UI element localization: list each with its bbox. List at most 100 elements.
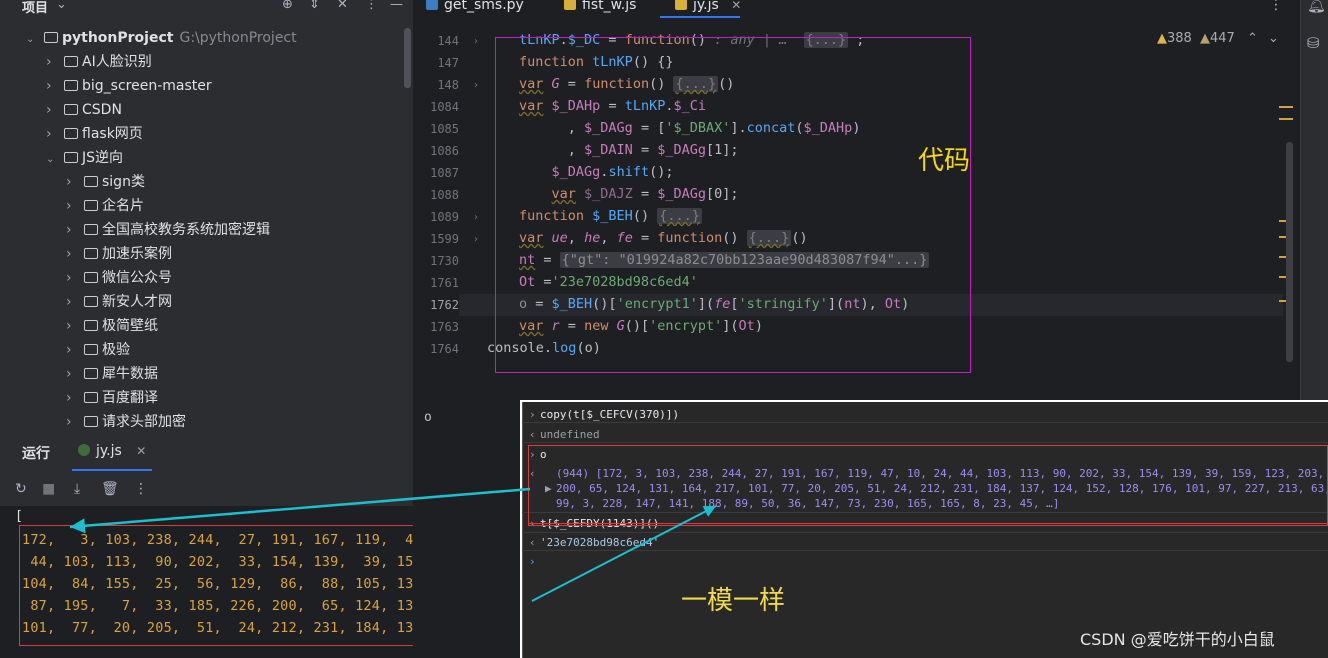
chevron-right-icon[interactable]: › [66,290,80,314]
run-tab-label: jy.js [96,443,122,459]
project-panel: 项目 ⌄ ⊕ ⇕ ✕ ⋮ — ⌄ pythonProject G:\pythonPr… [0,0,413,432]
chevron-right-icon[interactable]: › [46,50,60,74]
line-number: 1764 [430,342,459,356]
scroll-marker[interactable] [1279,118,1293,120]
console-input-prompt-icon[interactable]: › [529,555,536,568]
notifications-icon[interactable]: 🔔︎ [1307,0,1326,14]
stop-icon[interactable]: ■ [42,481,55,497]
project-tree-item[interactable]: › 微信公众号 [66,266,172,290]
chevron-right-icon[interactable]: › [46,98,60,122]
next-issue-icon[interactable]: ⌄ [1268,31,1279,46]
project-scrollbar[interactable] [404,28,411,88]
project-tree-item[interactable]: › 加速乐案例 [66,242,172,266]
project-tree-item[interactable]: › 全国高校教务系统加密逻辑 [66,218,270,242]
chevron-down-icon[interactable]: ⌄ [56,0,67,12]
more-icon[interactable]: ⋮ [134,481,148,497]
tab-fist-w[interactable]: fist_w.js [564,0,636,13]
editor-scrollbar[interactable] [1286,142,1293,362]
project-tree-item[interactable]: › 百度翻译 [66,386,158,410]
chevron-right-icon[interactable]: › [66,194,80,218]
project-tree-item[interactable]: › AI人脸识别 [46,50,152,74]
scroll-marker[interactable] [1279,106,1293,108]
chevron-right-icon[interactable]: › [66,362,80,386]
console-divider [522,442,1328,443]
tree-item-label: 微信公众号 [102,270,172,286]
python-file-icon [426,0,438,10]
chevron-right-icon[interactable]: › [66,218,80,242]
rerun-icon[interactable]: ↻ [15,481,27,497]
tree-item-label: 企名片 [102,198,144,214]
project-tree-item[interactable]: › CSDN [46,98,122,122]
project-tree-item[interactable]: › big_screen-master [46,74,212,98]
chevron-right-icon[interactable]: › [66,170,80,194]
chevron-right-icon[interactable]: › [66,338,80,362]
tab-get-sms[interactable]: get_sms.py [426,0,524,13]
project-tree-item[interactable]: › 极验 [66,338,130,362]
close-icon[interactable]: ✕ [337,0,348,12]
fold-icon[interactable]: › [474,234,478,245]
project-tree-item[interactable]: ⌄ pythonProject G:\pythonProject [26,26,297,50]
database-icon[interactable]: ⛁ [1307,34,1320,52]
project-tree-item[interactable]: › 新安人才网 [66,290,172,314]
close-tab-icon[interactable]: ✕ [731,0,741,12]
variable-label: o [424,410,432,425]
line-number: 1084 [430,100,459,114]
tree-item-label: JS逆向 [82,150,124,166]
tree-item-label: pythonProject [62,30,174,46]
tree-item-label: sign类 [102,174,145,190]
project-tree-item[interactable]: › sign类 [66,170,145,194]
trash-icon[interactable]: 🗑︎ [101,481,119,497]
folder-icon [84,224,98,235]
chevron-down-icon[interactable]: ⌄ [26,28,40,52]
folder-icon [84,296,98,307]
run-tab-jy[interactable]: jy.js ✕ [78,443,146,459]
project-tree-item[interactable]: › flask网页 [46,122,143,146]
weak-warning-count: 447 [1209,31,1235,46]
tab-label: get_sms.py [444,0,524,13]
locate-icon[interactable]: ⊕ [282,0,293,12]
tree-item-label: 极验 [102,342,130,358]
minimize-icon[interactable]: — [390,0,403,12]
line-number: 147 [437,56,459,70]
console-body[interactable] [522,402,1328,658]
console-divider [522,532,1328,533]
project-tree-item[interactable]: › 请求头部加密 [66,410,186,432]
folder-icon [64,152,78,163]
tree-item-label: flask网页 [82,126,143,142]
tab-options-icon[interactable]: ⋮ [1269,0,1283,13]
project-tree-item[interactable]: ⌄ JS逆向 [46,146,123,170]
nodejs-icon [78,444,90,456]
chevron-down-icon[interactable]: ⌄ [46,148,60,172]
line-number: 1089 [430,210,459,224]
folder-icon [84,200,98,211]
project-tree-item[interactable]: › 企名片 [66,194,144,218]
right-tool-stripe: 🔔︎ ⛁ [1300,0,1328,400]
scroll-to-end-icon[interactable]: ⤓ [74,481,80,497]
folder-icon [84,368,98,379]
prev-issue-icon[interactable]: ⌃ [1247,31,1258,46]
fold-icon[interactable]: › [474,212,478,223]
chevron-right-icon[interactable]: › [66,266,80,290]
tree-item-label: big_screen-master [82,78,212,94]
inspection-widget[interactable]: ▲388 ▲447 ⌃ ⌄ [1157,31,1279,46]
chevron-right-icon[interactable]: › [66,410,80,432]
run-panel-title[interactable]: 运行 [22,443,50,463]
project-tree-item[interactable]: › 极简壁纸 [66,314,158,338]
project-panel-title[interactable]: 项目 [22,0,48,16]
project-tree-item[interactable]: › 犀牛数据 [66,362,158,386]
more-icon[interactable]: ⋮ [365,0,378,12]
chevron-right-icon[interactable]: › [46,74,60,98]
console-command[interactable]: copy(t[$_CEFCV(370)]) [540,408,679,421]
expand-collapse-icon[interactable]: ⇕ [309,0,320,12]
fold-icon[interactable]: › [474,80,478,91]
weak-warning-icon: ▲ [1199,31,1210,46]
close-tab-icon[interactable]: ✕ [136,444,146,458]
console-result-icon: ‹ [529,428,536,441]
chevron-right-icon[interactable]: › [66,386,80,410]
chevron-right-icon[interactable]: › [66,314,80,338]
chevron-right-icon[interactable]: › [46,122,60,146]
fold-icon[interactable]: › [474,36,478,47]
chevron-right-icon[interactable]: › [66,242,80,266]
tab-jy[interactable]: jy.js ✕ [675,0,741,13]
line-number: 1599 [430,232,459,246]
